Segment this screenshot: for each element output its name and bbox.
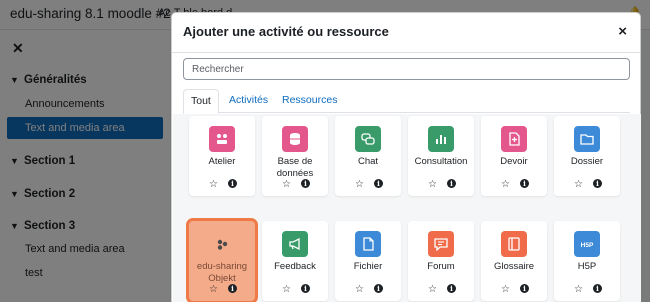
info-icon[interactable]: i	[447, 284, 456, 293]
search-input[interactable]	[183, 58, 630, 80]
info-icon[interactable]: i	[374, 179, 383, 188]
assignment-icon	[501, 126, 527, 152]
activity-name: Forum	[427, 261, 455, 272]
chat-icon	[355, 126, 381, 152]
file-icon	[355, 231, 381, 257]
activity-name: Feedback	[274, 261, 316, 272]
activity-card-forum[interactable]: Forum ☆ i	[408, 221, 474, 301]
info-icon[interactable]: i	[520, 284, 529, 293]
info-icon[interactable]: i	[228, 284, 237, 293]
tab-tout[interactable]: Tout	[183, 89, 219, 114]
info-icon[interactable]: i	[593, 284, 602, 293]
activity-name: Fichier	[353, 261, 383, 272]
activity-card-atelier[interactable]: Atelier ☆ i	[189, 116, 255, 196]
activity-card-edu-sharing-objekt[interactable]: edu-sharing Objekt ☆ i	[189, 221, 255, 301]
activity-card-devoir[interactable]: Devoir ☆ i	[481, 116, 547, 196]
activity-card-glossaire[interactable]: Glossaire ☆ i	[481, 221, 547, 301]
star-icon[interactable]: ☆	[355, 179, 364, 190]
activity-card-fichier[interactable]: Fichier ☆ i	[335, 221, 401, 301]
activity-name: Dossier	[570, 156, 604, 167]
chooser-tabs: Tout Activités Ressources	[183, 89, 630, 114]
database-icon	[282, 126, 308, 152]
activity-name: Base de données	[276, 156, 314, 179]
star-icon[interactable]: ☆	[428, 284, 437, 295]
close-icon[interactable]: ×	[618, 23, 627, 40]
star-icon[interactable]: ☆	[501, 179, 510, 190]
info-icon[interactable]: i	[593, 179, 602, 188]
edu-sharing-icon	[209, 231, 235, 257]
star-icon[interactable]: ☆	[282, 179, 291, 190]
svg-text:H5P: H5P	[581, 242, 594, 249]
info-icon[interactable]: i	[228, 179, 237, 188]
tab-activites[interactable]: Activités	[222, 89, 275, 113]
activity-card-chat[interactable]: Chat ☆ i	[335, 116, 401, 196]
tab-ressources[interactable]: Ressources	[275, 89, 344, 113]
star-icon[interactable]: ☆	[209, 179, 218, 190]
star-icon[interactable]: ☆	[574, 179, 583, 190]
activity-name: Atelier	[208, 156, 236, 167]
activity-name: Chat	[357, 156, 379, 167]
modal-header: Ajouter une activité ou ressource ×	[172, 13, 640, 53]
modal-title: Ajouter une activité ou ressource	[183, 24, 389, 39]
info-icon[interactable]: i	[520, 179, 529, 188]
activity-card-base-de-donnees[interactable]: Base de données ☆ i	[262, 116, 328, 196]
activity-name: H5P	[577, 261, 597, 272]
activity-card-h5p[interactable]: H5P H5P ☆ i	[554, 221, 620, 301]
folder-icon	[574, 126, 600, 152]
activity-card-feedback[interactable]: Feedback ☆ i	[262, 221, 328, 301]
megaphone-icon	[282, 231, 308, 257]
activity-name: edu-sharing Objekt	[196, 261, 248, 284]
star-icon[interactable]: ☆	[501, 284, 510, 295]
info-icon[interactable]: i	[374, 284, 383, 293]
star-icon[interactable]: ☆	[282, 284, 291, 295]
activity-card-dossier[interactable]: Dossier ☆ i	[554, 116, 620, 196]
h5p-icon: H5P	[574, 231, 600, 257]
star-icon[interactable]: ☆	[574, 284, 583, 295]
glossary-icon	[501, 231, 527, 257]
activity-name: Glossaire	[493, 261, 535, 272]
star-icon[interactable]: ☆	[209, 284, 218, 295]
info-icon[interactable]: i	[447, 179, 456, 188]
star-icon[interactable]: ☆	[355, 284, 364, 295]
activity-name: Consultation	[414, 156, 468, 167]
forum-icon	[428, 231, 454, 257]
info-icon[interactable]: i	[301, 284, 310, 293]
info-icon[interactable]: i	[301, 179, 310, 188]
chart-icon	[428, 126, 454, 152]
star-icon[interactable]: ☆	[428, 179, 437, 190]
workshop-icon	[209, 126, 235, 152]
activity-name: Devoir	[500, 156, 528, 167]
activity-grid: Atelier ☆ i Base de données ☆ i Chat ☆ i…	[173, 114, 641, 302]
activity-card-consultation[interactable]: Consultation ☆ i	[408, 116, 474, 196]
activity-chooser-modal: Ajouter une activité ou ressource × Tout…	[171, 12, 641, 302]
